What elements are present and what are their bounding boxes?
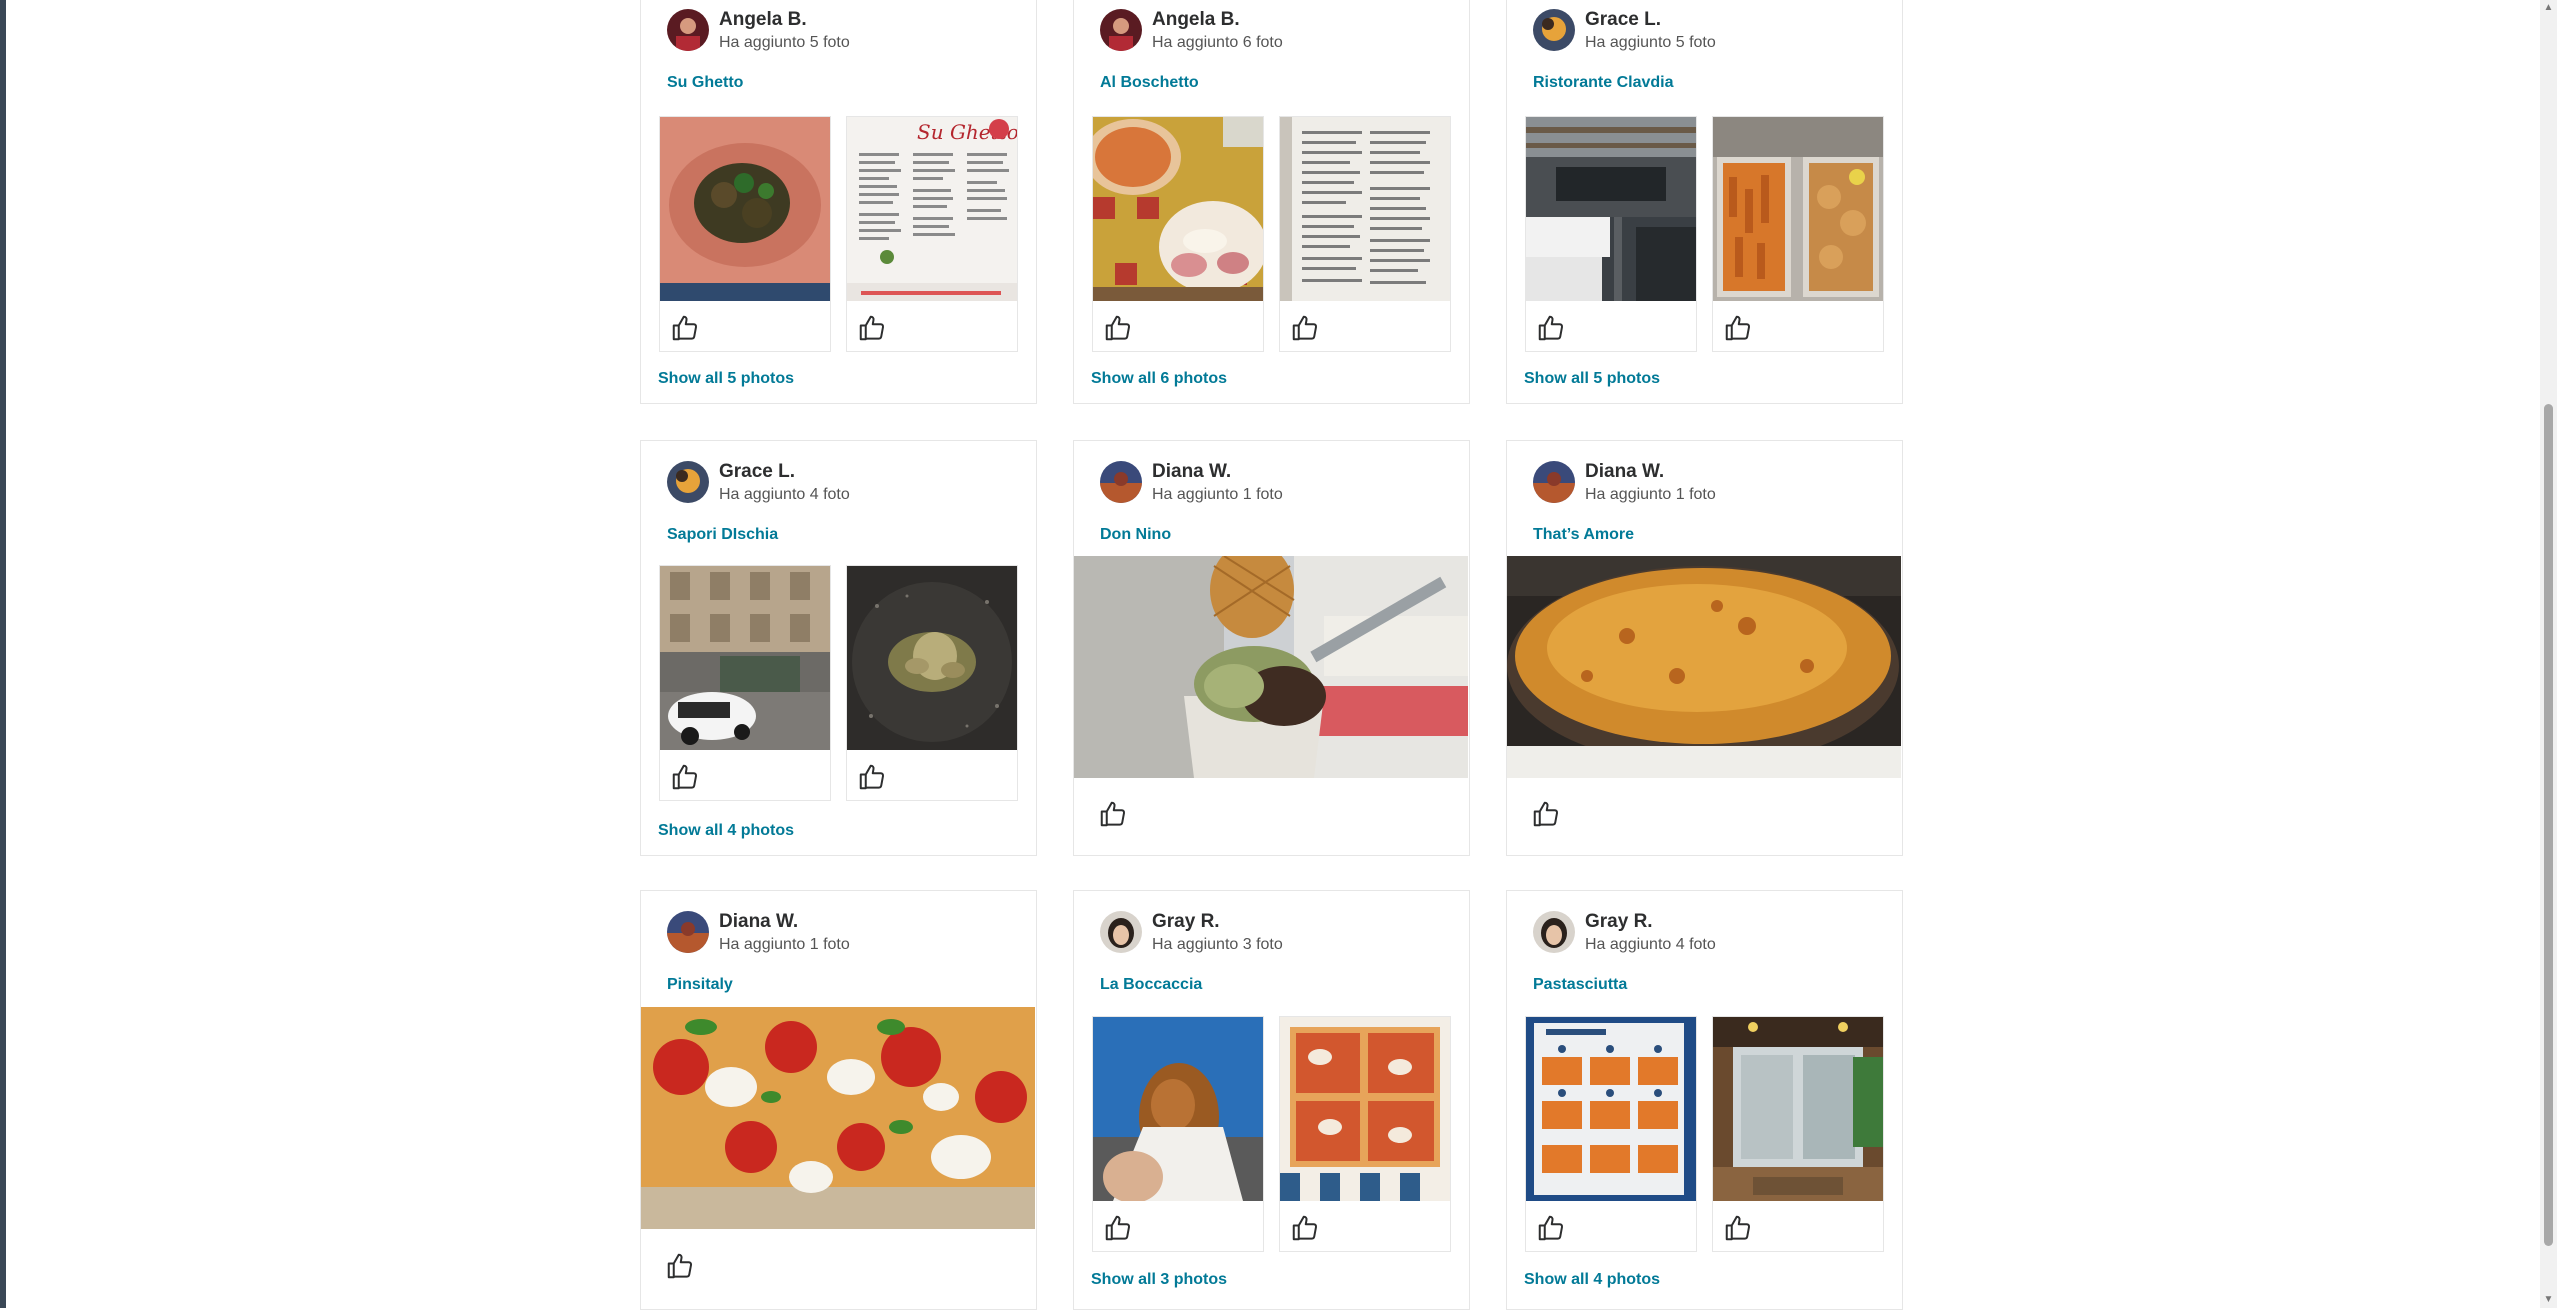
photo-tile[interactable]: Su Ghetto — [846, 116, 1018, 352]
photo-card: Diana W. Ha aggiunto 1 foto Don Nino — [1073, 440, 1470, 856]
thumbs-up-icon[interactable] — [1098, 799, 1128, 829]
user-name[interactable]: Grace L. — [1585, 9, 1661, 31]
user-activity: Ha aggiunto 3 foto — [1152, 936, 1283, 953]
photo-tile[interactable] — [659, 116, 831, 352]
photo[interactable] — [1713, 1017, 1883, 1201]
avatar[interactable] — [667, 461, 709, 503]
vertical-scrollbar[interactable]: ▲ ▼ — [2540, 0, 2557, 1308]
photo-tile[interactable] — [1279, 116, 1451, 352]
avatar[interactable] — [1533, 9, 1575, 51]
user-activity: Ha aggiunto 4 foto — [1585, 936, 1716, 953]
business-link[interactable]: That’s Amore — [1533, 526, 1634, 544]
user-activity: Ha aggiunto 1 foto — [719, 936, 850, 953]
user-activity: Ha aggiunto 6 foto — [1152, 34, 1283, 51]
show-all-photos-link[interactable]: Show all 5 photos — [1524, 370, 1660, 388]
thumbs-up-icon[interactable] — [857, 313, 887, 343]
photo-card: Grace L. Ha aggiunto 5 foto Ristorante C… — [1506, 0, 1903, 404]
photo[interactable] — [1526, 1017, 1696, 1201]
show-all-photos-link[interactable]: Show all 5 photos — [658, 370, 794, 388]
photo[interactable] — [641, 1007, 1035, 1229]
thumbs-up-icon[interactable] — [857, 762, 887, 792]
user-activity: Ha aggiunto 1 foto — [1585, 486, 1716, 503]
user-activity: Ha aggiunto 5 foto — [1585, 34, 1716, 51]
thumbs-up-icon[interactable] — [670, 313, 700, 343]
photo-tile[interactable] — [1712, 116, 1884, 352]
business-link[interactable]: Al Boschetto — [1100, 74, 1199, 92]
user-name[interactable]: Angela B. — [1152, 9, 1240, 31]
avatar[interactable] — [667, 911, 709, 953]
thumbs-up-icon[interactable] — [1531, 799, 1561, 829]
photo-tile[interactable] — [1525, 116, 1697, 352]
business-link[interactable]: Su Ghetto — [667, 74, 743, 92]
avatar[interactable] — [1100, 461, 1142, 503]
user-activity: Ha aggiunto 4 foto — [719, 486, 850, 503]
scrollbar-thumb[interactable] — [2544, 404, 2553, 1246]
scroll-up-arrow-icon[interactable]: ▲ — [2540, 0, 2557, 16]
photo[interactable] — [1280, 1017, 1450, 1201]
thumbs-up-icon[interactable] — [1723, 313, 1753, 343]
thumbs-up-icon[interactable] — [1103, 313, 1133, 343]
user-name[interactable]: Diana W. — [1585, 461, 1664, 483]
photo[interactable] — [660, 117, 830, 301]
business-link[interactable]: Pinsitaly — [667, 976, 733, 994]
photo[interactable] — [1093, 117, 1263, 301]
avatar[interactable] — [1533, 911, 1575, 953]
photo-tile[interactable] — [659, 565, 831, 801]
photo[interactable]: Su Ghetto — [847, 117, 1017, 301]
photo[interactable] — [1713, 117, 1883, 301]
business-link[interactable]: Pastasciutta — [1533, 976, 1627, 994]
show-all-photos-link[interactable]: Show all 4 photos — [658, 822, 794, 840]
photo[interactable] — [1507, 556, 1901, 778]
show-all-photos-link[interactable]: Show all 6 photos — [1091, 370, 1227, 388]
photo-tile[interactable] — [846, 565, 1018, 801]
user-name[interactable]: Grace L. — [719, 461, 795, 483]
thumbs-up-icon[interactable] — [1536, 1213, 1566, 1243]
show-all-photos-link[interactable]: Show all 4 photos — [1524, 1271, 1660, 1289]
photo[interactable] — [1526, 117, 1696, 301]
thumbs-up-icon[interactable] — [1103, 1213, 1133, 1243]
photo-card: Angela B. Ha aggiunto 6 foto Al Boschett… — [1073, 0, 1470, 404]
photo-card: Grace L. Ha aggiunto 4 foto Sapori DIsch… — [640, 440, 1037, 856]
show-all-photos-link[interactable]: Show all 3 photos — [1091, 1271, 1227, 1289]
photo[interactable] — [847, 566, 1017, 750]
window-edge — [0, 0, 6, 1308]
business-link[interactable]: Sapori DIschia — [667, 526, 778, 544]
photo[interactable] — [1280, 117, 1450, 301]
thumbs-up-icon[interactable] — [1536, 313, 1566, 343]
avatar[interactable] — [1100, 9, 1142, 51]
avatar[interactable] — [667, 9, 709, 51]
photo-card: Gray R. Ha aggiunto 3 foto La Boccaccia … — [1073, 890, 1470, 1310]
photo-card: Gray R. Ha aggiunto 4 foto Pastasciutta … — [1506, 890, 1903, 1310]
photo-tile[interactable] — [1712, 1016, 1884, 1252]
user-activity: Ha aggiunto 5 foto — [719, 34, 850, 51]
user-name[interactable]: Diana W. — [719, 911, 798, 933]
user-name[interactable]: Diana W. — [1152, 461, 1231, 483]
thumbs-up-icon[interactable] — [670, 762, 700, 792]
user-name[interactable]: Gray R. — [1585, 911, 1653, 933]
thumbs-up-icon[interactable] — [665, 1251, 695, 1281]
photo[interactable] — [1093, 1017, 1263, 1201]
photo-tile[interactable] — [1092, 116, 1264, 352]
photo-card: Diana W. Ha aggiunto 1 foto That’s Amore — [1506, 440, 1903, 856]
business-link[interactable]: Ristorante Clavdia — [1533, 74, 1673, 92]
thumbs-up-icon[interactable] — [1290, 313, 1320, 343]
photo-tile[interactable] — [1279, 1016, 1451, 1252]
business-link[interactable]: Don Nino — [1100, 526, 1171, 544]
business-link[interactable]: La Boccaccia — [1100, 976, 1202, 994]
photo-tile[interactable] — [1092, 1016, 1264, 1252]
user-activity: Ha aggiunto 1 foto — [1152, 486, 1283, 503]
user-name[interactable]: Gray R. — [1152, 911, 1220, 933]
photo-card: Diana W. Ha aggiunto 1 foto Pinsitaly — [640, 890, 1037, 1310]
user-name[interactable]: Angela B. — [719, 9, 807, 31]
photo-tile[interactable] — [1525, 1016, 1697, 1252]
photo[interactable] — [660, 566, 830, 750]
photo-card: Angela B. Ha aggiunto 5 foto Su Ghetto S… — [640, 0, 1037, 404]
avatar[interactable] — [1100, 911, 1142, 953]
photo[interactable] — [1074, 556, 1468, 778]
scroll-down-arrow-icon[interactable]: ▼ — [2540, 1292, 2557, 1308]
avatar[interactable] — [1533, 461, 1575, 503]
thumbs-up-icon[interactable] — [1290, 1213, 1320, 1243]
thumbs-up-icon[interactable] — [1723, 1213, 1753, 1243]
